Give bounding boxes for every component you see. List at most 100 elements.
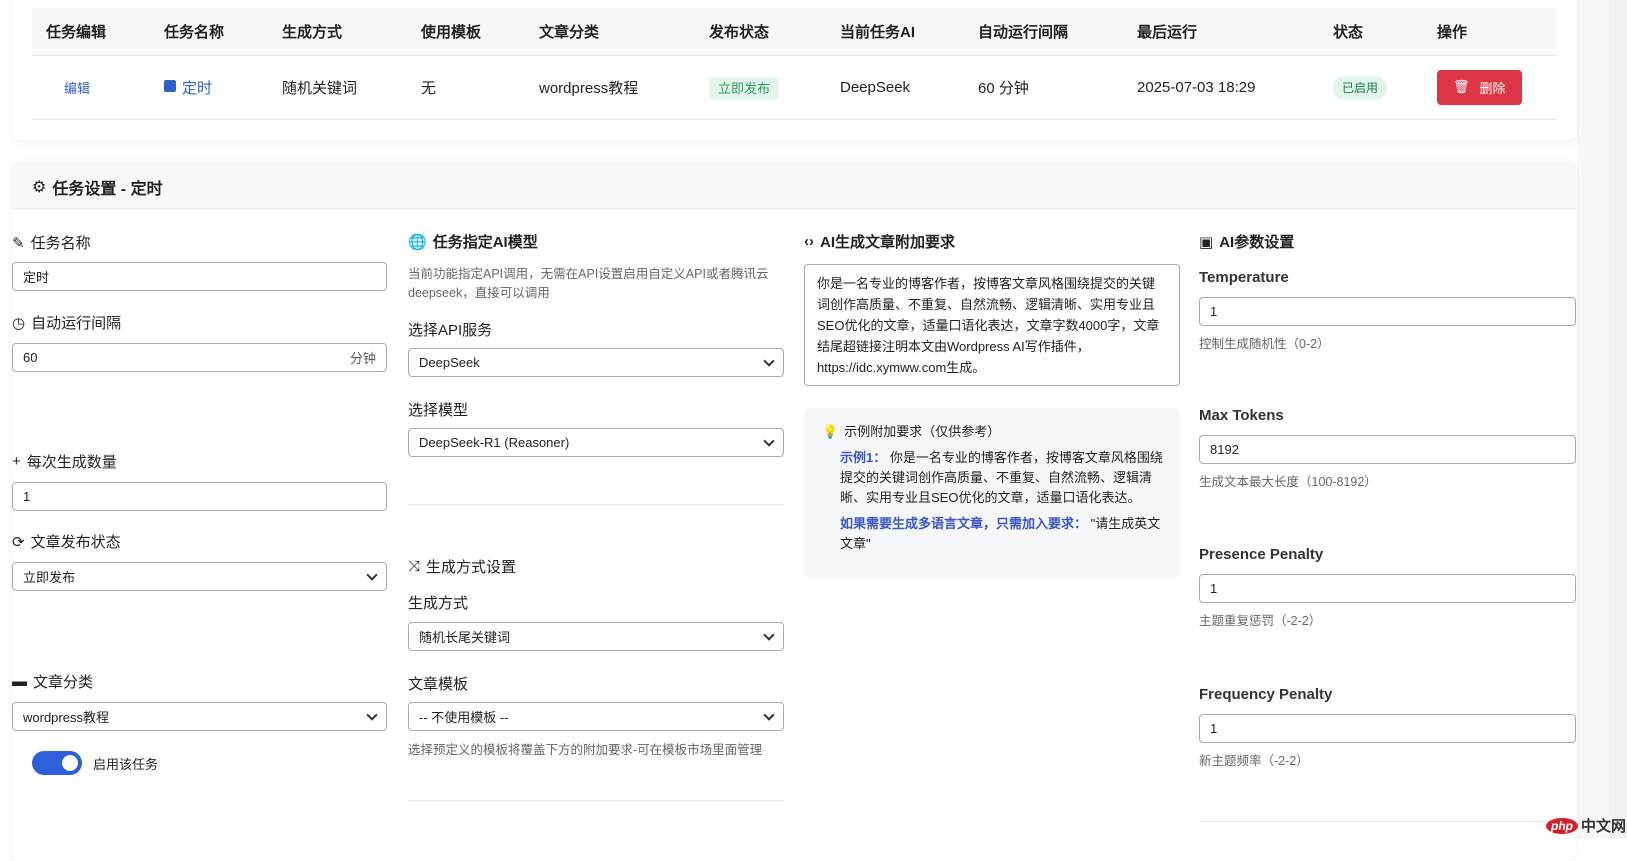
title-text: 生成方式设置 (426, 559, 517, 576)
scrollbar-track[interactable] (1609, 0, 1627, 838)
sliders-icon: ▣ (1199, 233, 1214, 251)
th-actions: 操作 (1423, 8, 1556, 56)
gen-method-label: 生成方式 (408, 595, 469, 612)
select-value: wordpress教程 (23, 710, 109, 725)
count-input[interactable]: 1 (12, 482, 387, 511)
label-text: 任务名称 (30, 235, 91, 252)
ai-model-title: 🌐 任务指定AI模型 (408, 231, 538, 252)
trash-icon: 🗑 (1453, 79, 1470, 94)
label-text: 每次生成数量 (26, 454, 117, 471)
param-label: Temperature (1199, 269, 1289, 286)
example1-text: 你是一名专业的博客作者，按博客文章风格围绕提交的关键词创作高质量、不重复、自然流… (840, 450, 1163, 505)
task-name-link[interactable]: 定时 (182, 80, 212, 97)
label-text: 自动运行间隔 (31, 315, 122, 332)
gear-icon: ⚙ (32, 179, 47, 196)
edit-link[interactable]: 编辑 (46, 81, 90, 96)
th-edit: 任务编辑 (32, 8, 150, 56)
param-help: 生成文本最大长度（100-8192） (1199, 475, 1377, 489)
th-last-run: 最后运行 (1123, 8, 1319, 56)
category-select[interactable]: wordpress教程 (12, 702, 387, 731)
chevron-down-icon (763, 628, 775, 641)
param-input[interactable]: 1 (1199, 574, 1576, 603)
extra-req-title: ‹› AI生成文章附加要求 (804, 231, 955, 252)
divider (408, 504, 784, 505)
model-select[interactable]: DeepSeek-R1 (Reasoner) (408, 428, 784, 457)
toggle-knob (62, 755, 78, 771)
api-label: 选择API服务 (408, 322, 493, 339)
count-label: + 每次生成数量 (12, 451, 117, 472)
input-value: 1 (1210, 581, 1218, 596)
interval-input[interactable]: 60 分钟 (12, 343, 387, 372)
param-input[interactable]: 1 (1199, 297, 1576, 326)
example1-label: 示例1： (840, 450, 887, 465)
param-help: 新主题频率（-2-2） (1199, 754, 1309, 768)
title-text: AI参数设置 (1219, 234, 1295, 251)
param-label: Presence Penalty (1199, 546, 1324, 563)
gen-method-select[interactable]: 随机长尾关键词 (408, 622, 784, 651)
chevron-down-icon (763, 434, 775, 447)
chevron-down-icon (366, 568, 378, 581)
page-gutter (1577, 0, 1609, 838)
title-text: AI生成文章附加要求 (820, 234, 956, 251)
clock-icon: ◷ (12, 314, 26, 332)
enable-task-label: 启用该任务 (93, 757, 159, 772)
input-value: 1 (1210, 304, 1218, 319)
publish-label: ⟳ 文章发布状态 (12, 531, 121, 552)
divider (408, 800, 784, 801)
task-icon (164, 79, 176, 92)
delete-button[interactable]: 🗑 删除 (1437, 69, 1522, 105)
table-header-row: 任务编辑 任务名称 生成方式 使用模板 文章分类 发布状态 当前任务AI 自动运… (32, 8, 1556, 56)
cell-ai: DeepSeek (826, 55, 964, 120)
ai-model-desc: 当前功能指定API调用，无需在API设置启用自定义API或者腾讯云deepsee… (408, 267, 769, 300)
chevron-down-icon (366, 708, 378, 721)
enable-task-toggle[interactable] (32, 751, 82, 775)
ai-params-title: ▣ AI参数设置 (1199, 231, 1294, 252)
interval-unit: 分钟 (349, 351, 376, 366)
extra-req-textarea[interactable]: 你是一名专业的博客作者，按博客文章风格围绕提交的关键词创作高质量、不重复、自然流… (804, 264, 1180, 386)
select-value: DeepSeek (419, 355, 480, 370)
cell-category: wordpress教程 (525, 55, 695, 120)
task-name-input[interactable]: 定时 (12, 262, 387, 291)
select-value: 立即发布 (23, 570, 76, 585)
input-value: 定时 (23, 270, 50, 285)
template-label: 文章模板 (408, 676, 469, 693)
chevron-down-icon (763, 354, 775, 367)
param-input[interactable]: 8192 (1199, 435, 1576, 464)
th-interval: 自动运行间隔 (964, 8, 1123, 56)
title-text: 示例附加要求（仅供参考） (844, 424, 1001, 439)
gen-settings-title: ⤨ 生成方式设置 (408, 556, 516, 577)
example-box: 💡 示例附加要求（仅供参考） 示例1： 你是一名专业的博客作者，按博客文章风格围绕… (804, 408, 1180, 578)
th-publish: 发布状态 (695, 8, 826, 56)
publish-badge: 立即发布 (709, 76, 780, 100)
chevron-down-icon (763, 708, 775, 721)
settings-header-bg (12, 161, 1576, 209)
php-cn-watermark: php 中文网 (1546, 815, 1626, 836)
lightbulb-icon: 💡 (822, 424, 839, 439)
shuffle-icon: ⤨ (408, 558, 421, 575)
select-value: -- 不使用模板 -- (419, 710, 509, 725)
param-input[interactable]: 1 (1199, 714, 1576, 743)
th-status: 状态 (1319, 8, 1423, 56)
publish-select[interactable]: 立即发布 (12, 562, 387, 591)
multi-lang-tip: 如果需要生成多语言文章，只需加入要求： "请生成英文文章" (822, 514, 1164, 554)
model-label: 选择模型 (408, 402, 469, 419)
input-value: 1 (23, 489, 31, 504)
cell-last-run: 2025-07-03 18:29 (1123, 55, 1319, 120)
code-icon: ‹› (804, 233, 814, 250)
divider (1199, 821, 1576, 822)
template-select[interactable]: -- 不使用模板 -- (408, 702, 784, 731)
globe-icon: 🌐 (408, 233, 427, 251)
task-table: 任务编辑 任务名称 生成方式 使用模板 文章分类 发布状态 当前任务AI 自动运… (32, 8, 1556, 120)
template-help: 选择预定义的模板将覆盖下方的附加要求-可在模板市场里面管理 (408, 743, 763, 757)
cell-template: 无 (407, 55, 525, 120)
th-category: 文章分类 (525, 8, 695, 56)
select-value: 随机长尾关键词 (419, 630, 511, 645)
th-method: 生成方式 (268, 8, 407, 56)
label-text: 文章分类 (33, 674, 94, 691)
input-value: 8192 (1210, 442, 1239, 457)
interval-label: ◷ 自动运行间隔 (12, 312, 121, 333)
param-label: Max Tokens (1199, 407, 1284, 424)
title-text: 任务指定AI模型 (432, 234, 538, 251)
api-select[interactable]: DeepSeek (408, 348, 784, 377)
plus-icon: + (12, 453, 21, 470)
